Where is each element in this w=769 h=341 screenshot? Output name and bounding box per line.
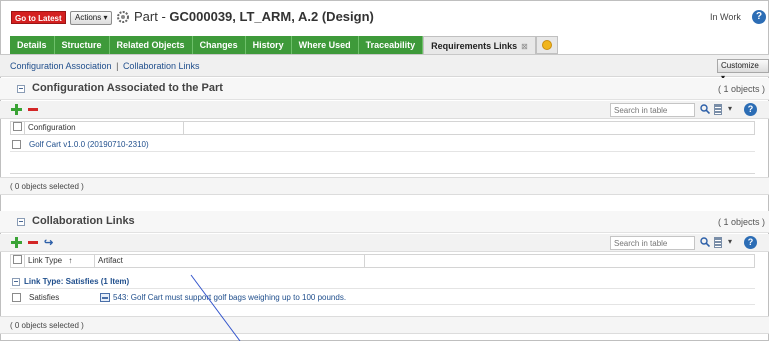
collaboration-section-title: Collaboration Links [32, 215, 135, 227]
collaboration-search-input[interactable] [610, 236, 695, 250]
tab-traceability[interactable]: Traceability [358, 36, 424, 54]
column-configuration[interactable]: Configuration [25, 122, 184, 134]
configuration-object-count: ( 1 objects ) [717, 84, 765, 94]
table-row: Satisfies 543: Golf Cart must support go… [10, 291, 755, 305]
page-title: Part - GC000039, LT_ARM, A.2 (Design) [134, 9, 374, 24]
column-link-type[interactable]: Link Type ↑ [25, 255, 95, 267]
help-icon[interactable]: ? [744, 236, 757, 249]
magnifier-icon[interactable] [700, 104, 710, 114]
collaboration-links-link[interactable]: Collaboration Links [123, 61, 200, 71]
configuration-toolbar: ▾ ? [0, 101, 769, 119]
collaboration-toolbar: ↪ ▾ ? [0, 234, 769, 252]
actions-label: Actions [75, 13, 102, 22]
add-tab-icon [541, 40, 552, 50]
plus-icon[interactable] [11, 104, 22, 115]
go-to-latest-button[interactable]: Go to Latest [11, 11, 66, 24]
actions-menu-button[interactable]: Actions ▾ [70, 11, 113, 25]
dropdown-caret-icon: ▾ [103, 13, 108, 22]
tab-close-icon[interactable]: ⊠ [521, 42, 528, 51]
collaboration-section-header: Collaboration Links ( 1 objects ) [0, 211, 769, 233]
lifecycle-state: In Work [710, 12, 741, 22]
part-gear-icon [117, 11, 129, 23]
row-checkbox-cell [10, 139, 24, 150]
selection-count: ( 0 objects selected ) [10, 182, 84, 191]
collapse-icon[interactable] [12, 277, 20, 286]
row-checkbox[interactable] [12, 139, 21, 149]
table-row: Golf Cart v1.0.0 (20190710-2310) [10, 138, 755, 152]
plus-icon[interactable] [11, 237, 22, 248]
collaboration-table-footer: ( 0 objects selected ) [0, 316, 769, 334]
configuration-section-title: Configuration Associated to the Part [32, 82, 223, 94]
add-tab-button[interactable] [535, 36, 558, 54]
configuration-link[interactable]: Golf Cart v1.0.0 (20190710-2310) [29, 140, 149, 149]
link-type-cell: Satisfies [29, 293, 60, 302]
select-all-checkbox-cell [11, 255, 25, 267]
link-icon[interactable]: ↪ [44, 236, 53, 249]
page-header: Go to Latest Actions ▾ Part - GC000039, … [0, 0, 769, 34]
customize-button[interactable]: Customize ▾ [717, 59, 769, 82]
tab-structure[interactable]: Structure [54, 36, 110, 54]
tab-requirements-links[interactable]: Requirements Links ⊠ [423, 36, 536, 54]
collaboration-object-count: ( 1 objects ) [717, 217, 765, 227]
subnav-bar: Configuration Association | Collaboratio… [0, 55, 769, 82]
help-icon[interactable]: ? [744, 103, 757, 116]
tab-history[interactable]: History [245, 36, 292, 54]
configuration-table-footer: ( 0 objects selected ) [0, 177, 769, 195]
select-all-checkbox[interactable] [13, 255, 22, 265]
group-row[interactable]: Link Type: Satisfies (1 Item) [10, 275, 755, 289]
group-label: Link Type: Satisfies (1 Item) [24, 277, 130, 286]
customize-label: Customize [721, 61, 759, 70]
tab-details[interactable]: Details [10, 36, 55, 54]
collapse-icon[interactable] [17, 85, 25, 93]
chevron-down-icon[interactable]: ▾ [728, 237, 732, 246]
minus-icon[interactable] [28, 241, 38, 244]
select-all-checkbox[interactable] [13, 122, 22, 132]
selection-count: ( 0 objects selected ) [10, 321, 84, 330]
columns-icon[interactable] [714, 237, 722, 248]
magnifier-icon[interactable] [700, 237, 710, 247]
table-empty-area [10, 156, 755, 174]
collaboration-table-header: Link Type ↑ Artifact [10, 254, 755, 268]
tab-changes[interactable]: Changes [192, 36, 246, 54]
subnav-links: Configuration Association | Collaboratio… [10, 61, 199, 71]
tab-requirements-links-label: Requirements Links [431, 41, 518, 51]
row-checkbox-cell [10, 292, 24, 303]
column-link-type-label: Link Type [28, 256, 63, 265]
column-filler [365, 255, 754, 267]
requirement-icon [100, 293, 110, 302]
tab-bar: Details Structure Related Objects Change… [10, 36, 558, 54]
configuration-section-header: Configuration Associated to the Part ( 1… [0, 78, 769, 100]
row-checkbox[interactable] [12, 292, 21, 302]
collapse-icon[interactable] [17, 218, 25, 226]
tab-related-objects[interactable]: Related Objects [109, 36, 193, 54]
configuration-association-link[interactable]: Configuration Association [10, 61, 112, 71]
sort-ascending-icon: ↑ [68, 256, 73, 265]
help-icon[interactable]: ? [752, 10, 766, 24]
configuration-search-input[interactable] [610, 103, 695, 117]
configuration-table-header: Configuration [10, 121, 755, 135]
artifact-link[interactable]: 543: Golf Cart must support golf bags we… [113, 293, 346, 302]
column-filler [184, 122, 754, 134]
column-artifact[interactable]: Artifact [95, 255, 365, 267]
minus-icon[interactable] [28, 108, 38, 111]
select-all-checkbox-cell [11, 122, 25, 134]
subnav-separator: | [116, 61, 119, 71]
tab-where-used[interactable]: Where Used [291, 36, 359, 54]
columns-icon[interactable] [714, 104, 722, 115]
part-identifier: GC000039, LT_ARM, A.2 (Design) [169, 9, 374, 24]
part-prefix: Part - [134, 9, 170, 24]
chevron-down-icon[interactable]: ▾ [728, 104, 732, 113]
